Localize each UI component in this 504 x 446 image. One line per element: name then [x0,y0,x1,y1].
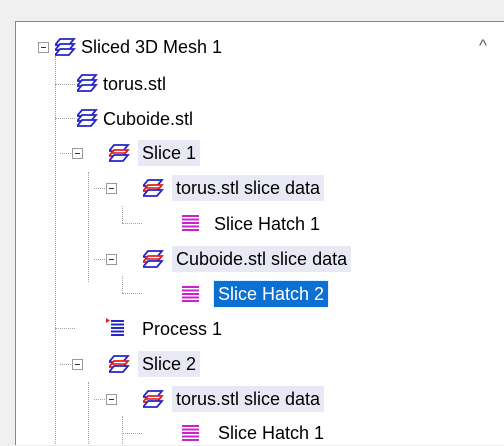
tree-node[interactable]: Slice Hatch 1 [214,420,328,446]
tree-line [122,276,123,293]
mesh-blue-icon [77,109,97,127]
mesh-blue-icon [77,74,97,92]
tree-node[interactable]: Slice Hatch 1 [210,211,324,237]
slice-mesh-icon [109,144,129,162]
tree-node-label: Slice Hatch 1 [218,423,325,443]
tree-line [55,118,75,119]
collapse-toggle[interactable] [106,183,117,194]
tree-node-label: Sliced 3D Mesh 1 [81,37,223,57]
tree-line [122,223,142,224]
tree-node-label: Slice 2 [138,351,201,377]
tree-node-label: Cuboide.stl [103,109,194,129]
tree-node-label: Slice 1 [138,140,201,166]
collapse-toggle[interactable] [38,42,49,53]
hatch-magenta-icon [182,286,199,302]
tree-node-selected[interactable]: Slice Hatch 2 [212,280,330,308]
tree-node[interactable]: Slice 2 [138,351,201,377]
tree-node[interactable]: Slice 1 [138,140,201,166]
tree-node-label: Cuboide.stl slice data [172,246,352,272]
scroll-up-button[interactable]: ^ [470,21,500,71]
tree-node[interactable]: Cuboide.stl slice data [172,246,352,272]
tree-line [55,328,75,329]
tree-node[interactable]: torus.stl slice data [172,175,325,201]
mesh-blue-icon [55,38,75,56]
tree-line [122,416,123,444]
tree-line [55,56,56,444]
tree-node[interactable]: torus.stl [99,71,170,97]
hatch-magenta-icon [182,215,199,231]
collapse-toggle[interactable] [72,359,83,370]
tree-line [122,206,123,223]
tree-line [55,84,75,85]
tree-node-label: Slice Hatch 2 [212,280,330,308]
tree-line [122,433,142,434]
tree-node-root[interactable]: Sliced 3D Mesh 1 [77,34,226,60]
tree-node-label: torus.stl slice data [172,175,325,201]
collapse-toggle[interactable] [106,394,117,405]
tree-node-label: Slice Hatch 1 [214,214,321,234]
tree-node[interactable]: Cuboide.stl [99,106,197,132]
slice-mesh-icon [143,390,163,408]
tree-line [122,293,142,294]
tree-node-label: torus.stl slice data [172,386,325,412]
collapse-toggle[interactable] [106,254,117,265]
tree-node-label: torus.stl [103,74,167,94]
hatch-magenta-icon [182,425,199,441]
tree-node[interactable]: Process 1 [138,316,226,342]
chevron-up-icon: ^ [479,36,487,55]
process-list-icon [106,318,124,336]
slice-mesh-icon [143,250,163,268]
collapse-toggle[interactable] [72,148,83,159]
tree-line [88,382,89,444]
tree-node[interactable]: torus.stl slice data [172,386,325,412]
tree-line [88,172,89,282]
tree-node-label: Process 1 [142,319,223,339]
slice-mesh-icon [143,179,163,197]
slice-mesh-icon [109,355,129,373]
